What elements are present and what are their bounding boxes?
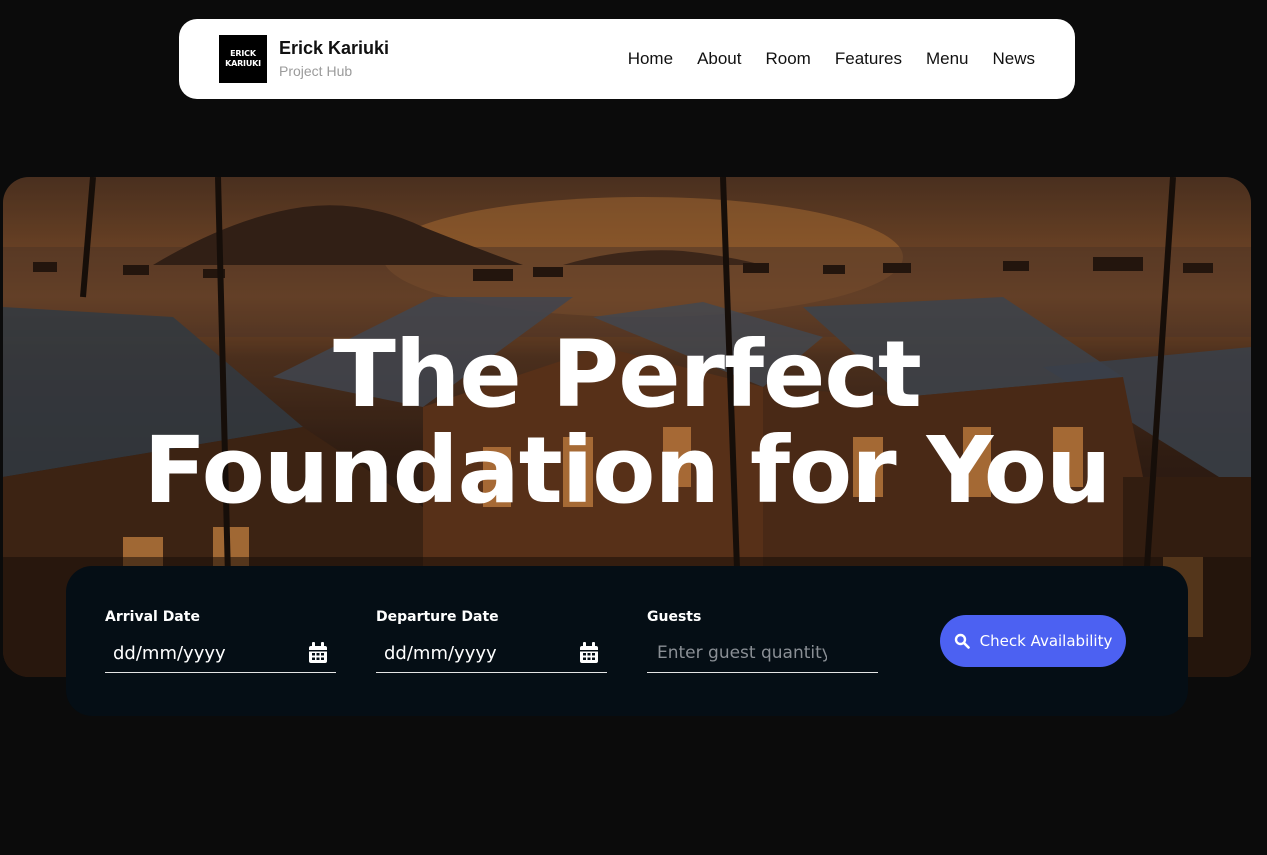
- guests-field: Guests: [647, 608, 878, 673]
- departure-date-label: Departure Date: [376, 609, 499, 625]
- arrival-date-value: dd/mm/yyyy: [113, 642, 226, 664]
- logo-line-1: ERICK: [230, 49, 256, 58]
- calendar-icon[interactable]: [579, 642, 599, 664]
- nav-link-features[interactable]: Features: [835, 49, 902, 69]
- check-availability-button[interactable]: Check Availability: [940, 615, 1126, 667]
- booking-form: Arrival Date dd/mm/yyyy Departure Date d…: [66, 566, 1188, 716]
- brand-subtitle: Project Hub: [279, 63, 353, 79]
- departure-date-value: dd/mm/yyyy: [384, 642, 497, 664]
- nav-link-about[interactable]: About: [697, 49, 741, 69]
- guests-input[interactable]: [655, 642, 829, 664]
- guests-input-row: [647, 634, 878, 673]
- calendar-icon[interactable]: [308, 642, 328, 664]
- navbar: ERICK KARIUKI Erick Kariuki Project Hub …: [179, 19, 1075, 99]
- arrival-date-label: Arrival Date: [105, 609, 200, 625]
- nav-link-news[interactable]: News: [992, 49, 1035, 69]
- arrival-date-field: Arrival Date dd/mm/yyyy: [105, 608, 336, 673]
- departure-date-field: Departure Date dd/mm/yyyy: [376, 608, 607, 673]
- guests-label: Guests: [647, 609, 702, 625]
- check-availability-label: Check Availability: [979, 632, 1113, 650]
- nav-link-room[interactable]: Room: [766, 49, 811, 69]
- hero-title-line-2: Foundation for You: [143, 417, 1111, 524]
- nav-link-menu[interactable]: Menu: [926, 49, 969, 69]
- arrival-date-input[interactable]: dd/mm/yyyy: [105, 634, 336, 673]
- nav-links: Home About Room Features Menu News: [628, 49, 1035, 69]
- hero-title-line-1: The Perfect: [333, 321, 922, 428]
- nav-link-home[interactable]: Home: [628, 49, 673, 69]
- departure-date-input[interactable]: dd/mm/yyyy: [376, 634, 607, 673]
- logo-line-2: KARIUKI: [225, 59, 261, 68]
- hero-title: The Perfect Foundation for You: [3, 327, 1251, 519]
- brand-name[interactable]: Erick Kariuki: [279, 37, 389, 59]
- search-icon: [954, 633, 970, 649]
- brand-logo[interactable]: ERICK KARIUKI: [219, 35, 267, 83]
- brand: Erick Kariuki Project Hub: [279, 37, 389, 81]
